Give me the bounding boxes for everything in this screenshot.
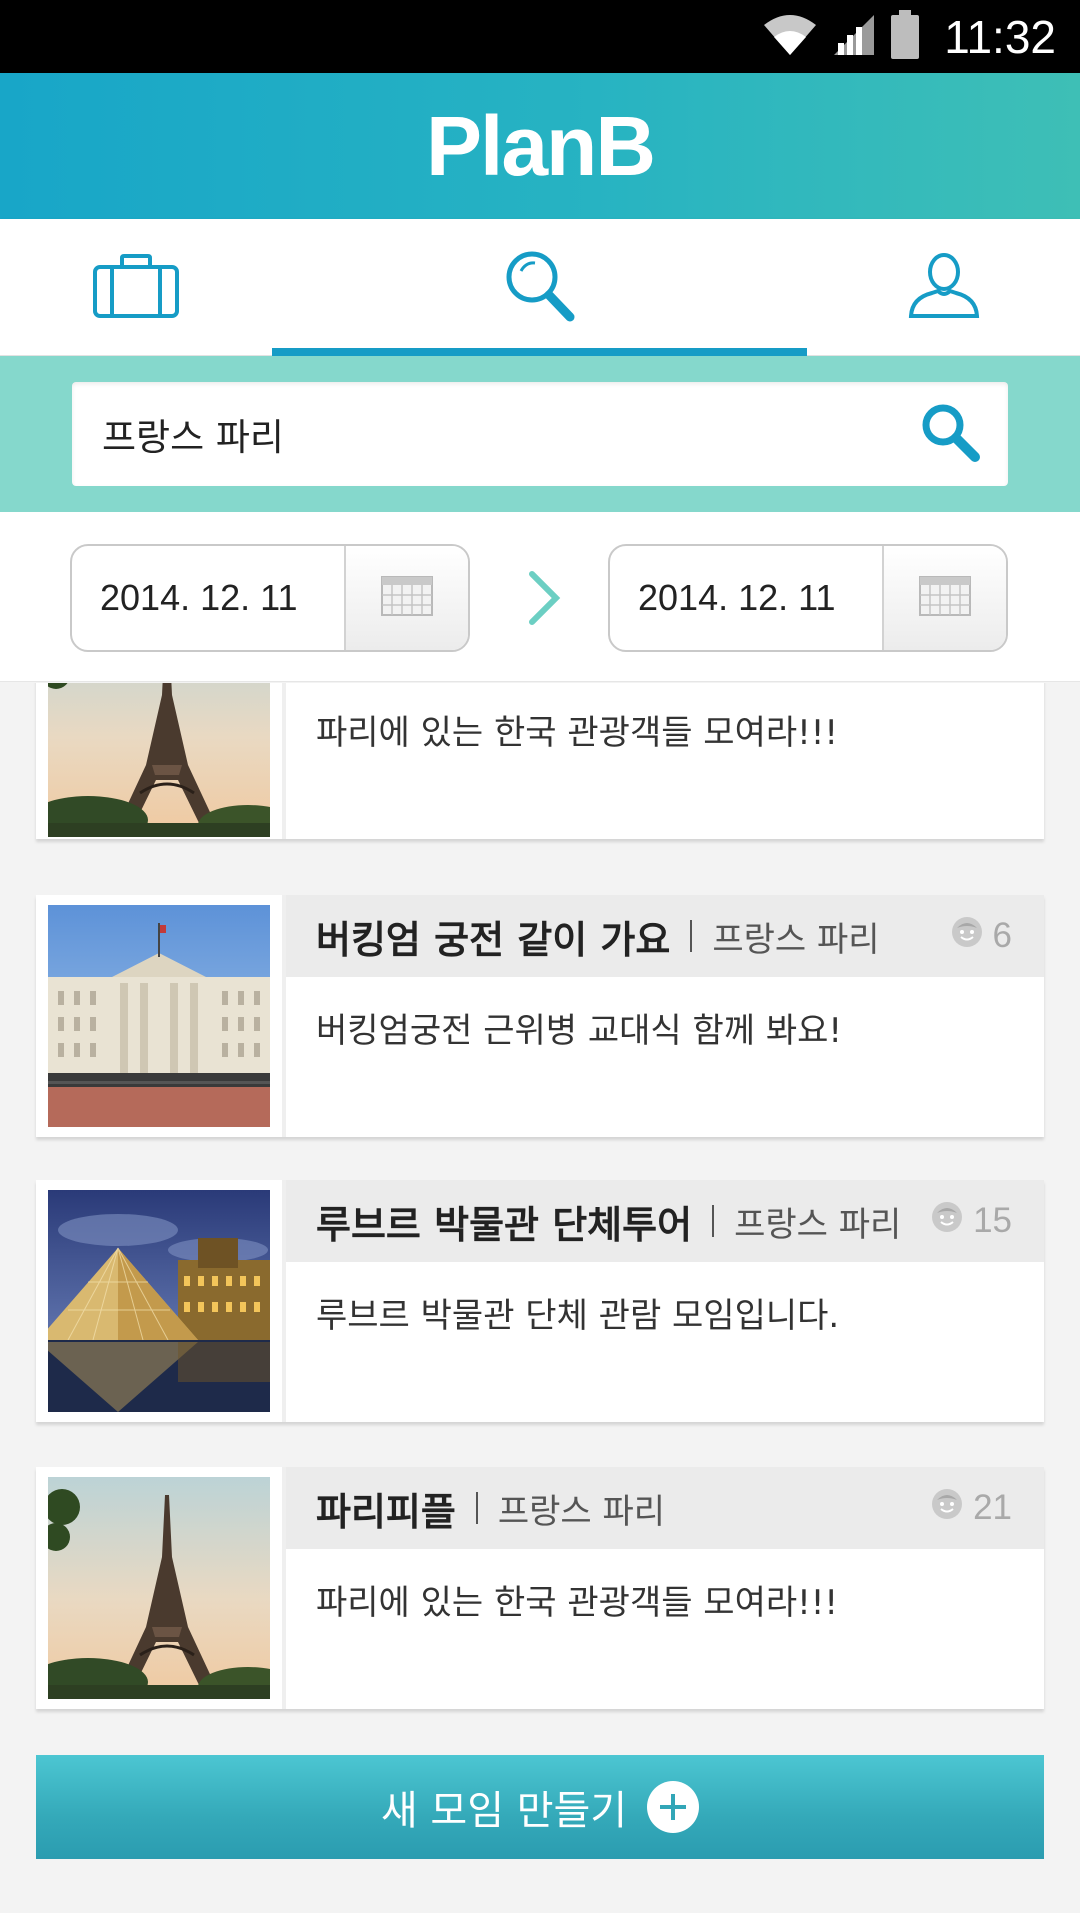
battery-icon	[890, 9, 920, 64]
meetup-list[interactable]: 파리에 있는 한국 관광객들 모여라!!! 버킹엄 궁전 같이 가요 프랑스 파…	[0, 683, 1080, 1743]
member-count: 21	[931, 1467, 1012, 1549]
member-count-value: 6	[992, 916, 1012, 955]
meetup-card[interactable]: 파리에 있는 한국 관광객들 모여라!!!	[36, 683, 1044, 839]
end-date-value: 2014. 12. 11	[638, 577, 836, 618]
plus-circle-icon	[647, 1781, 700, 1833]
meetup-description: 버킹엄궁전 근위병 교대식 함께 봐요!	[316, 1011, 843, 1051]
member-count: 6	[951, 895, 1012, 977]
meetup-location: 프랑스 파리	[712, 919, 880, 960]
member-count-value: 21	[973, 1488, 1012, 1527]
search-icon	[504, 249, 576, 327]
meetup-description: 파리에 있는 한국 관광객들 모여라!!!	[316, 713, 839, 753]
start-date-picker[interactable]: 2014. 12. 11	[70, 544, 470, 652]
tab-profile[interactable]	[807, 219, 1080, 356]
status-icons: 11:32	[762, 0, 1056, 73]
meetup-header: 루브르 박물관 단체투어 프랑스 파리 15	[286, 1180, 1044, 1262]
search-band	[0, 356, 1080, 512]
member-count-value: 15	[973, 1201, 1012, 1240]
end-date-calendar-button[interactable]	[882, 546, 1006, 650]
tab-bar	[0, 219, 1080, 356]
meetup-title: 루브르 박물관 단체투어	[316, 1202, 693, 1247]
search-icon	[919, 401, 981, 467]
create-meetup-label: 새 모임 만들기	[380, 1788, 628, 1834]
end-date-picker[interactable]: 2014. 12. 11	[608, 544, 1008, 652]
meetup-header: 버킹엄 궁전 같이 가요 프랑스 파리 6	[286, 895, 1044, 977]
person-icon	[908, 252, 980, 323]
calendar-icon	[919, 576, 971, 620]
start-date-value: 2014. 12. 11	[100, 577, 298, 618]
eiffel-tower-image	[48, 1477, 270, 1699]
meetup-card[interactable]: 버킹엄 궁전 같이 가요 프랑스 파리 6 버킹엄궁전 근위병 교대식 함께 봐…	[36, 895, 1044, 1137]
face-icon	[931, 1488, 963, 1529]
meetup-card[interactable]: 루브르 박물관 단체투어 프랑스 파리 15 루브르 박물관 단체 관람 모임입…	[36, 1180, 1044, 1422]
tab-selected-indicator	[272, 348, 807, 356]
search-input[interactable]	[100, 411, 880, 457]
app-logo: PlanB	[425, 98, 656, 193]
cellular-signal-icon	[832, 13, 876, 61]
face-icon	[951, 916, 983, 957]
suitcase-icon	[92, 253, 180, 323]
search-button[interactable]	[918, 402, 982, 466]
tab-search[interactable]	[272, 219, 807, 356]
meetup-location: 프랑스 파리	[497, 1491, 666, 1532]
meetup-description: 루브르 박물관 단체 관람 모임입니다.	[316, 1296, 840, 1336]
chevron-right-icon	[520, 568, 568, 628]
calendar-icon	[381, 576, 433, 620]
eiffel-tower-image	[48, 683, 270, 837]
status-bar: 11:32	[0, 0, 1080, 73]
app-header: PlanB	[0, 73, 1080, 219]
status-time: 11:32	[944, 10, 1056, 63]
wifi-icon	[762, 13, 818, 61]
meetup-title: 파리피플	[316, 1489, 456, 1534]
start-date-calendar-button[interactable]	[344, 546, 468, 650]
meetup-card[interactable]: 파리피플 프랑스 파리 21 파리에 있는 한국 관광객들 모여라!!!	[36, 1467, 1044, 1709]
search-box	[72, 382, 1008, 486]
meetup-title: 버킹엄 궁전 같이 가요	[316, 917, 671, 962]
meetup-description: 파리에 있는 한국 관광객들 모여라!!!	[316, 1583, 839, 1623]
buckingham-palace-image	[48, 905, 270, 1127]
meetup-header: 파리피플 프랑스 파리 21	[286, 1467, 1044, 1549]
face-icon	[931, 1201, 963, 1242]
date-range: 2014. 12. 11 2014. 12. 11	[0, 512, 1080, 682]
member-count: 15	[931, 1180, 1012, 1262]
tab-trips[interactable]	[0, 219, 272, 356]
create-meetup-button[interactable]: 새 모임 만들기	[36, 1755, 1044, 1859]
louvre-pyramid-image	[48, 1190, 270, 1412]
meetup-location: 프랑스 파리	[734, 1204, 902, 1245]
